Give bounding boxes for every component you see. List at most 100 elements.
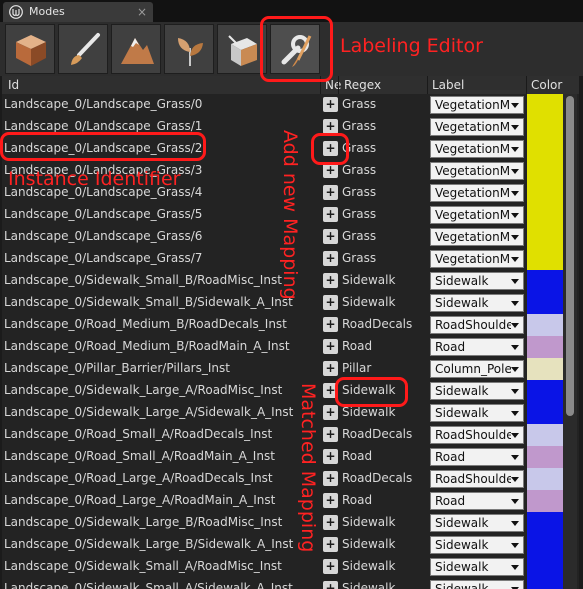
instance-id[interactable]: Landscape_0/Sidewalk_Small_A/Sidewalk_A_… <box>4 581 319 589</box>
add-mapping-button[interactable]: + <box>323 229 338 244</box>
add-mapping-button[interactable]: + <box>323 273 338 288</box>
table-row[interactable]: Landscape_0/Sidewalk_Small_A/RoadMisc_In… <box>2 556 579 578</box>
paint-mode-button[interactable] <box>58 24 108 74</box>
place-mode-button[interactable] <box>5 24 55 74</box>
table-row[interactable]: Landscape_0/Road_Large_A/RoadMain_A_Inst… <box>2 490 579 512</box>
color-swatch[interactable] <box>527 314 563 336</box>
instance-id[interactable]: Landscape_0/Landscape_Grass/1 <box>4 119 319 133</box>
table-row[interactable]: Landscape_0/Road_Large_A/RoadDecals_Inst… <box>2 468 579 490</box>
instance-id[interactable]: Landscape_0/Landscape_Grass/6 <box>4 229 319 243</box>
instance-id[interactable]: Landscape_0/Landscape_Grass/0 <box>4 97 319 111</box>
regex-value[interactable]: Sidewalk <box>342 559 395 573</box>
instance-id[interactable]: Landscape_0/Sidewalk_Large_A/RoadMisc_In… <box>4 383 319 397</box>
regex-value[interactable]: Grass <box>342 251 376 265</box>
color-swatch[interactable] <box>527 490 563 512</box>
color-swatch[interactable] <box>527 138 563 160</box>
color-swatch[interactable] <box>527 204 563 226</box>
regex-value[interactable]: Road <box>342 339 372 353</box>
color-swatch[interactable] <box>527 182 563 204</box>
add-mapping-button[interactable]: + <box>323 119 338 134</box>
add-mapping-button[interactable]: + <box>323 449 338 464</box>
label-dropdown[interactable]: VegetationMisc <box>430 162 524 180</box>
regex-value[interactable]: Grass <box>342 163 376 177</box>
color-swatch[interactable] <box>527 160 563 182</box>
add-mapping-button[interactable]: + <box>323 581 338 589</box>
add-mapping-button[interactable]: + <box>323 317 338 332</box>
regex-value[interactable]: Pillar <box>342 361 371 375</box>
add-mapping-button[interactable]: + <box>323 251 338 266</box>
table-row[interactable]: Landscape_0/Sidewalk_Large_B/RoadMisc_In… <box>2 512 579 534</box>
regex-value[interactable]: Grass <box>342 185 376 199</box>
vertical-scrollbar[interactable] <box>563 94 577 589</box>
regex-value[interactable]: Sidewalk <box>342 295 395 309</box>
table-row[interactable]: Landscape_0/Sidewalk_Small_A/Sidewalk_A_… <box>2 578 579 589</box>
label-dropdown[interactable]: Sidewalk <box>430 382 524 400</box>
instance-id[interactable]: Landscape_0/Sidewalk_Small_B/Sidewalk_A_… <box>4 295 319 309</box>
regex-value[interactable]: Grass <box>342 119 376 133</box>
color-swatch[interactable] <box>527 94 563 116</box>
label-dropdown[interactable]: Sidewalk <box>430 272 524 290</box>
regex-value[interactable]: Sidewalk <box>342 515 395 529</box>
instance-id[interactable]: Landscape_0/Landscape_Grass/7 <box>4 251 319 265</box>
instance-id[interactable]: Landscape_0/Sidewalk_Small_B/RoadMisc_In… <box>4 273 319 287</box>
instance-id[interactable]: Landscape_0/Landscape_Grass/5 <box>4 207 319 221</box>
regex-value[interactable]: RoadDecals <box>342 471 412 485</box>
label-dropdown[interactable]: RoadShoulder <box>430 470 524 488</box>
label-dropdown[interactable]: Road <box>430 338 524 356</box>
column-color-header[interactable]: Color <box>531 78 562 92</box>
add-mapping-button[interactable]: + <box>323 97 338 112</box>
instance-id[interactable]: Landscape_0/Road_Medium_B/RoadMain_A_Ins… <box>4 339 319 353</box>
regex-value[interactable]: Sidewalk <box>342 273 395 287</box>
color-swatch[interactable] <box>527 292 563 314</box>
table-row[interactable]: Landscape_0/Pillar_Barrier/Pillars_Inst +… <box>2 358 579 380</box>
foliage-mode-button[interactable] <box>164 24 214 74</box>
color-swatch[interactable] <box>527 512 563 534</box>
regex-value[interactable]: Sidewalk <box>342 537 395 551</box>
add-mapping-button[interactable]: + <box>323 339 338 354</box>
add-mapping-button[interactable]: + <box>323 295 338 310</box>
label-dropdown[interactable]: VegetationMisc <box>430 184 524 202</box>
regex-value[interactable]: RoadDecals <box>342 317 412 331</box>
color-swatch[interactable] <box>527 380 563 402</box>
label-dropdown[interactable]: Sidewalk <box>430 580 524 589</box>
add-mapping-button[interactable]: + <box>323 427 338 442</box>
color-swatch[interactable] <box>527 270 563 292</box>
add-mapping-button[interactable]: + <box>323 163 338 178</box>
table-row[interactable]: Landscape_0/Sidewalk_Large_B/Sidewalk_A_… <box>2 534 579 556</box>
instance-id[interactable]: Landscape_0/Pillar_Barrier/Pillars_Inst <box>4 361 319 375</box>
color-swatch[interactable] <box>527 446 563 468</box>
color-swatch[interactable] <box>527 358 563 380</box>
label-dropdown[interactable]: VegetationMisc <box>430 206 524 224</box>
regex-value[interactable]: Grass <box>342 207 376 221</box>
label-dropdown[interactable]: Sidewalk <box>430 514 524 532</box>
color-swatch[interactable] <box>527 116 563 138</box>
regex-value[interactable]: Road <box>342 449 372 463</box>
add-mapping-button[interactable]: + <box>323 405 338 420</box>
color-swatch[interactable] <box>527 468 563 490</box>
color-swatch[interactable] <box>527 402 563 424</box>
table-row[interactable]: Landscape_0/Landscape_Grass/0 + Grass Veget… <box>2 94 579 116</box>
color-swatch[interactable] <box>527 534 563 556</box>
label-dropdown[interactable]: Road <box>430 448 524 466</box>
color-swatch[interactable] <box>527 424 563 446</box>
color-swatch[interactable] <box>527 556 563 578</box>
label-dropdown[interactable]: Road <box>430 492 524 510</box>
add-mapping-button[interactable]: + <box>323 361 338 376</box>
scrollbar-thumb[interactable] <box>566 96 574 416</box>
tab-modes[interactable]: Modes × <box>3 2 153 22</box>
label-dropdown[interactable]: Column_Pole <box>430 360 524 378</box>
label-dropdown[interactable]: VegetationMisc <box>430 228 524 246</box>
instance-id[interactable]: Landscape_0/Road_Medium_B/RoadDecals_Ins… <box>4 317 319 331</box>
instance-id[interactable]: Landscape_0/Road_Small_A/RoadMain_A_Inst <box>4 449 319 463</box>
table-row[interactable]: Landscape_0/Road_Small_A/RoadDecals_Inst… <box>2 424 579 446</box>
label-dropdown[interactable]: Sidewalk <box>430 294 524 312</box>
add-mapping-button[interactable]: + <box>323 537 338 552</box>
column-label-header[interactable]: Label <box>432 78 464 92</box>
add-mapping-button[interactable]: + <box>323 185 338 200</box>
add-mapping-button[interactable]: + <box>323 559 338 574</box>
label-dropdown[interactable]: VegetationMisc <box>430 118 524 136</box>
label-dropdown[interactable]: VegetationMisc <box>430 250 524 268</box>
add-mapping-button[interactable]: + <box>323 515 338 530</box>
label-dropdown[interactable]: VegetationMisc <box>430 140 524 158</box>
regex-value[interactable]: Grass <box>342 229 376 243</box>
